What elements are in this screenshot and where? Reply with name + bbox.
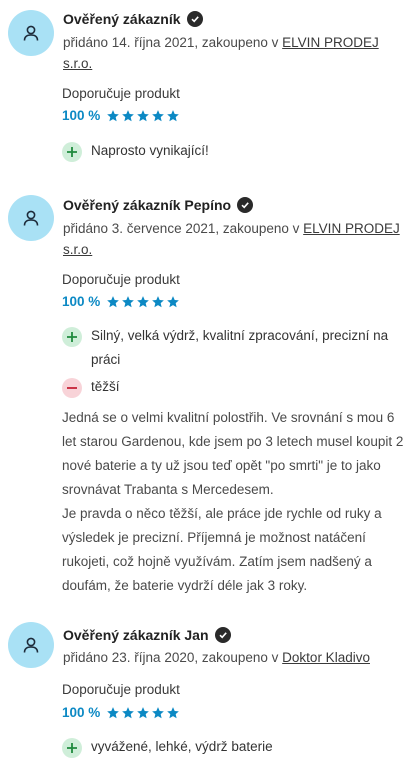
star-icon bbox=[137, 109, 150, 121]
star-icon bbox=[152, 295, 165, 307]
verified-check-icon bbox=[214, 627, 231, 643]
review-paragraph: Je pravda o něco těžší, ale práce jde ry… bbox=[62, 506, 382, 593]
review-meta: přidáno 23. října 2020, zakoupeno v Dokt… bbox=[63, 647, 408, 668]
rating-percent: 100 % bbox=[62, 108, 101, 123]
star-icon bbox=[152, 706, 165, 718]
shop-link[interactable]: Doktor Kladivo bbox=[282, 650, 370, 665]
star-icon bbox=[107, 109, 120, 121]
user-icon bbox=[23, 637, 39, 653]
star-icon bbox=[122, 109, 135, 121]
review-paragraph: Jedná se o velmi kvalitní polostřih. Ve … bbox=[62, 410, 404, 497]
con-item: těžší bbox=[62, 377, 407, 399]
plus-icon bbox=[62, 327, 82, 347]
pro-text: Naprosto vynikající! bbox=[91, 143, 209, 158]
rating-percent: 100 % bbox=[62, 705, 101, 720]
star-icon bbox=[107, 706, 120, 718]
review-meta: přidáno 3. července 2021, zakoupeno v EL… bbox=[63, 218, 408, 260]
recommend-label: Doporučuje produkt bbox=[62, 272, 180, 287]
star-icon bbox=[167, 295, 180, 307]
avatar bbox=[8, 622, 54, 668]
verified-check-icon bbox=[186, 11, 203, 27]
pro-item: Naprosto vynikající! bbox=[62, 141, 407, 163]
star-rating bbox=[106, 109, 180, 123]
author-name: Ověřený zákazník bbox=[63, 11, 181, 27]
pro-item: Silný, velká výdrž, kvalitní zpracování,… bbox=[62, 326, 407, 372]
pro-text: Silný, velká výdrž, kvalitní zpracování,… bbox=[91, 328, 389, 367]
star-icon bbox=[122, 706, 135, 718]
pro-item: vyvážené, lehké, výdrž baterie bbox=[62, 737, 407, 759]
author-name: Ověřený zákazník Pepíno bbox=[63, 197, 232, 213]
star-icon bbox=[167, 706, 180, 718]
verified-check-icon bbox=[237, 197, 254, 213]
star-icon bbox=[137, 706, 150, 718]
minus-icon bbox=[62, 378, 82, 398]
con-text: těžší bbox=[91, 379, 120, 394]
star-rating bbox=[106, 706, 180, 720]
author-name: Ověřený zákazník Jan bbox=[63, 627, 209, 643]
star-rating bbox=[106, 295, 180, 309]
user-icon bbox=[23, 210, 39, 226]
star-icon bbox=[167, 109, 180, 121]
rating: 100 % bbox=[62, 294, 180, 309]
avatar bbox=[8, 195, 54, 241]
review-date: přidáno 23. října 2020, zakoupeno v bbox=[63, 650, 283, 665]
review-date: přidáno 14. října 2021, zakoupeno v bbox=[63, 35, 283, 50]
rating-percent: 100 % bbox=[62, 294, 101, 309]
plus-icon bbox=[62, 142, 82, 162]
recommend-label: Doporučuje produkt bbox=[62, 86, 180, 101]
recommend-label: Doporučuje produkt bbox=[62, 682, 180, 697]
pro-text: vyvážené, lehké, výdrž baterie bbox=[91, 739, 273, 754]
rating: 100 % bbox=[62, 108, 180, 123]
review-meta: přidáno 14. října 2021, zakoupeno v ELVI… bbox=[63, 32, 408, 74]
star-icon bbox=[137, 295, 150, 307]
avatar bbox=[8, 10, 54, 56]
star-icon bbox=[107, 295, 120, 307]
plus-icon bbox=[62, 738, 82, 758]
review-text: Jedná se o velmi kvalitní polostřih. Ve … bbox=[62, 406, 412, 598]
star-icon bbox=[122, 295, 135, 307]
rating: 100 % bbox=[62, 705, 180, 720]
review-date: přidáno 3. července 2021, zakoupeno v bbox=[63, 221, 304, 236]
star-icon bbox=[152, 109, 165, 121]
user-icon bbox=[23, 25, 39, 41]
